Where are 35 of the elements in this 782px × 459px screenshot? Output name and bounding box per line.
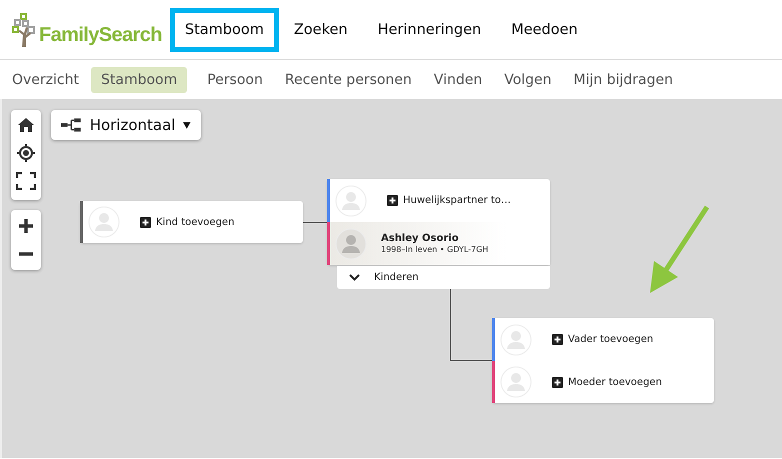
add-person-button[interactable]: Moeder toevoegen — [552, 376, 662, 388]
subnav-tab[interactable]: Overzicht — [2, 66, 89, 92]
fullscreen-button[interactable] — [15, 170, 37, 192]
subnav-tab[interactable]: Stamboom — [90, 66, 188, 92]
nav-link[interactable]: Zoeken — [278, 8, 363, 52]
fullscreen-icon — [16, 172, 36, 190]
add-person-button[interactable]: Huwelijkspartner to… — [387, 195, 511, 206]
plus-icon — [18, 218, 34, 234]
plus-icon — [552, 376, 563, 388]
home-icon — [17, 117, 35, 133]
tree-layout-icon — [61, 118, 82, 132]
children-toggle[interactable]: Kinderen — [337, 266, 550, 289]
chevron-down-icon — [349, 274, 360, 281]
view-dropdown[interactable]: Horizontaal — [51, 110, 201, 140]
plus-icon — [140, 216, 151, 228]
avatar-icon — [335, 228, 367, 260]
subnav-tab[interactable]: Recente personen — [274, 66, 422, 92]
person-details: 1998–In leven • GDYL-7GH — [381, 245, 488, 254]
subnav-tab[interactable]: Mijn bijdragen — [564, 66, 683, 92]
add-person-button[interactable]: Kind toevoegen — [140, 216, 234, 228]
plus-icon — [552, 334, 563, 345]
add-person-button[interactable]: Vader toevoegen — [552, 334, 654, 345]
nav-link[interactable]: Stamboom — [170, 8, 279, 52]
nav-link[interactable]: Meedoen — [496, 8, 593, 52]
person-name: Ashley Osorio — [381, 233, 460, 244]
subnav-tab[interactable]: Persoon — [197, 66, 273, 92]
crosshair-icon — [16, 143, 36, 163]
tree-logo-icon — [12, 12, 38, 46]
caret-icon — [183, 121, 191, 129]
subnav-tab[interactable]: Volgen — [494, 66, 562, 92]
plus-icon — [387, 195, 398, 206]
subnav-tab[interactable]: Vinden — [424, 66, 492, 92]
nav-link[interactable]: Herinneringen — [362, 8, 496, 52]
person-row[interactable]: Ashley Osorio 1998–In leven • GDYL-7GH — [327, 222, 550, 265]
locate-button[interactable] — [15, 142, 37, 164]
